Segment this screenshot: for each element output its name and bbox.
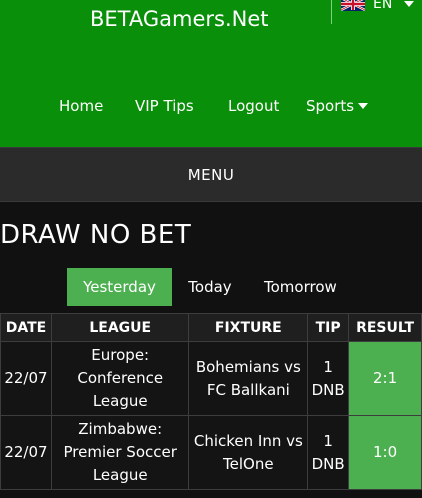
cell-result: 2:1 [348,341,422,416]
chevron-down-icon [404,1,415,7]
nav-sports-dropdown[interactable]: Sports [306,97,369,115]
nav-logout-link[interactable]: Logout [228,97,279,115]
table-header-row: DATE LEAGUE FIXTURE TIP RESULT [0,313,422,342]
cell-result: 1:0 [348,415,422,490]
header-fixture: FIXTURE [188,313,309,342]
site-header: BETAGamers.Net EN Home VIP Tips Logout S… [0,0,422,147]
caret-down-icon [358,103,369,109]
cell-league: Zimbabwe: Premier Soccer League [50,415,190,490]
header-tip: TIP [307,313,350,342]
tips-table: DATE LEAGUE FIXTURE TIP RESULT 22/07 Eur… [0,313,422,490]
nav-sports-label: Sports [306,97,355,115]
cell-tip: 1 DNB [307,415,350,490]
menu-bar[interactable]: MENU [0,147,422,202]
language-divider [331,0,332,24]
cell-tip: 1 DNB [307,341,350,416]
table-row: 22/07 Zimbabwe: Premier Soccer League Ch… [0,415,422,490]
tab-yesterday[interactable]: Yesterday [67,268,172,306]
tab-today[interactable]: Today [172,268,248,306]
main-nav: Home VIP Tips Logout Sports [0,97,422,117]
header-league: LEAGUE [50,313,190,342]
cell-fixture: Chicken Inn vs TelOne [188,415,309,490]
tab-tomorrow[interactable]: Tomorrow [248,268,337,306]
cell-date: 22/07 [0,341,52,416]
page-title: DRAW NO BET [0,220,192,250]
nav-home-link[interactable]: Home [59,97,103,115]
header-date: DATE [0,313,52,342]
header-result: RESULT [348,313,422,342]
cell-fixture: Bohemians vs FC Ballkani [188,341,309,416]
site-title[interactable]: BETAGamers.Net [90,7,269,31]
uk-flag-icon [341,0,365,11]
cell-date: 22/07 [0,415,52,490]
nav-vip-tips-link[interactable]: VIP Tips [135,97,194,115]
table-row: 22/07 Europe: Conference League Bohemian… [0,341,422,416]
language-code: EN [373,0,393,12]
language-selector[interactable]: EN [341,0,415,12]
day-tabs: Yesterday Today Tomorrow [67,268,337,306]
menu-label: MENU [187,166,235,184]
cell-league: Europe: Conference League [50,341,190,416]
